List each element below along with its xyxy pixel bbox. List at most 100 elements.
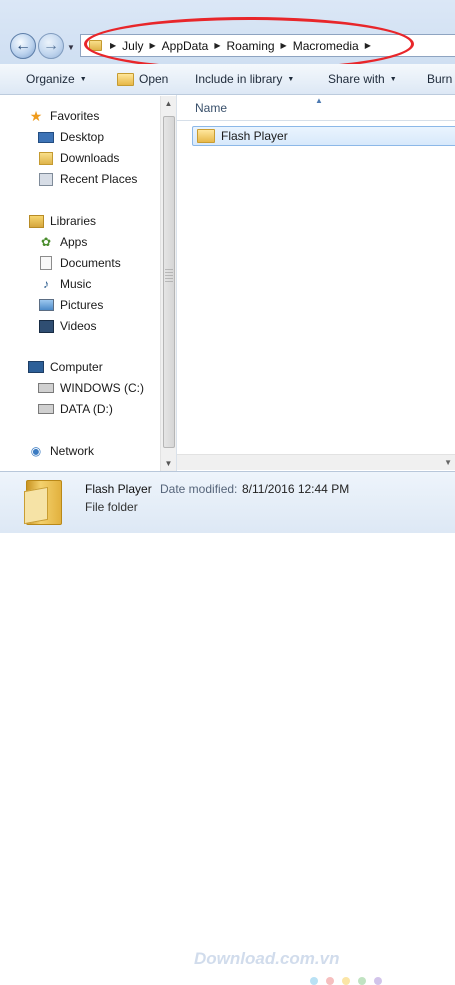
yellow-dot-icon [342,977,350,985]
recent-places-icon [38,171,54,187]
sidebar-item-network[interactable]: ◉ Network [0,441,94,461]
file-name: Flash Player [221,129,288,143]
videos-icon [38,318,54,334]
libraries-icon [28,213,44,229]
pictures-label: Pictures [60,298,104,312]
organize-button[interactable]: Organize ▼ [26,72,87,86]
history-dropdown-button[interactable]: ▼ [67,43,75,52]
grip-icon [165,269,173,283]
chevron-down-icon: ▼ [67,43,75,52]
sidebar-item-music[interactable]: ♪ Music [0,274,91,294]
data-d-label: DATA (D:) [60,402,113,416]
burn-button[interactable]: Burn [427,72,452,86]
breadcrumb-bar[interactable]: ▶ July ▶ AppData ▶ Roaming ▶ Macromedia … [80,34,455,57]
open-folder-icon [117,72,134,86]
desktop-icon [38,129,54,145]
sidebar-item-recent-places[interactable]: Recent Places [0,169,137,189]
downloads-label: Downloads [60,151,120,165]
pictures-icon [38,297,54,313]
sidebar-item-documents[interactable]: Documents [0,253,121,273]
breadcrumb-macromedia[interactable]: Macromedia [293,39,359,53]
sidebar-item-computer[interactable]: Computer [0,357,103,377]
documents-label: Documents [60,256,121,270]
detail-type: File folder [85,500,138,514]
chevron-right-icon: ▶ [149,41,156,50]
computer-label: Computer [50,360,103,374]
address-bar: ← → ▼ ▶ July ▶ AppData ▶ Roaming ▶ Macro… [0,0,455,71]
drive-icon [38,380,54,396]
breadcrumb-appdata[interactable]: AppData [162,39,209,53]
organize-label: Organize [26,72,75,86]
sidebar-scrollbar[interactable]: ▲ ▼ [160,96,176,471]
network-label: Network [50,444,95,458]
include-library-label: Include in library [195,72,283,86]
navigation-pane: ★ Favorites Desktop Downloads Recent Pla… [0,95,177,471]
videos-label: Videos [60,319,97,333]
watermark-text: Download.com.vn [194,949,340,968]
scroll-down-icon[interactable]: ▼ [161,456,176,471]
file-list-pane: Name ▲ Flash Player [177,95,455,471]
purple-dot-icon [374,977,382,985]
chevron-right-icon: ▶ [110,41,117,50]
network-icon: ◉ [30,444,42,458]
command-toolbar: Organize ▼ Open Include in library ▼ Share… [0,64,455,95]
column-header: Name ▲ [177,95,455,121]
forward-arrow-icon: → [43,37,59,54]
share-with-button[interactable]: Share with ▼ [328,72,397,86]
recent-places-label: Recent Places [60,172,138,186]
back-arrow-icon: ← [15,37,31,54]
sidebar-item-libraries[interactable]: Libraries [0,211,96,231]
file-row[interactable]: Flash Player [192,126,455,146]
sidebar-item-videos[interactable]: Videos [0,316,96,336]
apps-label: Apps [60,235,88,249]
drive-icon [38,401,54,417]
forward-button[interactable]: → [38,33,64,59]
chevron-right-icon: ▶ [280,41,287,50]
open-label: Open [139,72,169,86]
folder-icon [197,129,215,143]
detail-date-label: Date modified: [160,482,238,496]
apps-icon: ✿ [40,235,52,249]
music-icon: ♪ [43,277,49,291]
burn-label: Burn [427,72,453,86]
red-dot-icon [326,977,334,985]
share-with-label: Share with [328,72,385,86]
back-button[interactable]: ← [10,33,36,59]
breadcrumb-roaming[interactable]: Roaming [227,39,275,53]
scroll-up-icon[interactable]: ▲ [161,96,176,111]
sidebar-item-downloads[interactable]: Downloads [0,148,119,168]
chevron-right-icon: ▶ [214,41,221,50]
green-dot-icon [358,977,366,985]
desktop-label: Desktop [60,130,105,144]
sidebar-item-pictures[interactable]: Pictures [0,295,103,315]
open-button[interactable]: Open [117,72,168,86]
scroll-thumb[interactable] [163,116,175,448]
scroll-right-icon[interactable]: ▼ [444,458,452,467]
sort-up-icon: ▲ [315,96,323,105]
sidebar-item-apps[interactable]: ✿ Apps [0,232,87,252]
downloads-icon [38,150,54,166]
large-folder-icon [26,480,62,525]
details-pane: Flash Player File folder Date modified: … [0,471,455,985]
computer-icon [28,359,44,375]
horizontal-scrollbar[interactable]: ▼ [177,454,455,470]
sidebar-item-data-d[interactable]: DATA (D:) [0,399,113,419]
chevron-right-icon: ▶ [364,41,371,50]
documents-icon [38,255,54,271]
detail-date-value: 8/11/2016 12:44 PM [242,482,350,496]
watermark-dots [310,977,382,985]
sidebar-item-favorites[interactable]: ★ Favorites [0,106,100,126]
chevron-down-icon: ▼ [79,75,87,83]
chevron-down-icon: ▼ [389,75,397,83]
include-in-library-button[interactable]: Include in library ▼ [195,72,294,86]
windows-c-label: WINDOWS (C:) [60,381,144,395]
libraries-label: Libraries [50,214,97,228]
music-label: Music [60,277,92,291]
chevron-down-icon: ▼ [287,75,295,83]
folder-icon [89,40,102,51]
name-column-header[interactable]: Name [195,101,227,115]
blue-dot-icon [310,977,318,985]
breadcrumb-july[interactable]: July [122,39,143,53]
sidebar-item-windows-c[interactable]: WINDOWS (C:) [0,378,144,398]
sidebar-item-desktop[interactable]: Desktop [0,127,104,147]
